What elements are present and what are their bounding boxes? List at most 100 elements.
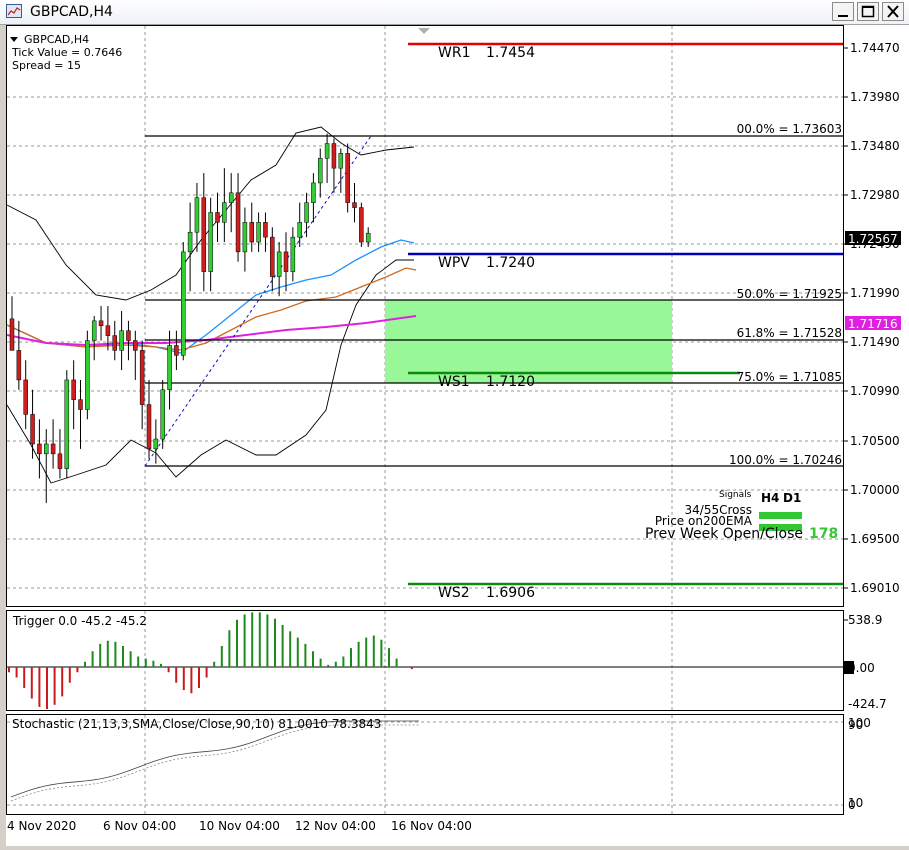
candle-body bbox=[276, 251, 282, 277]
window-titlebar: GBPCAD,H4 bbox=[0, 0, 909, 25]
candle-body bbox=[249, 222, 254, 243]
price-tick-label: 1.71990 bbox=[850, 286, 900, 300]
trigger-axis-bottom: -424.7 bbox=[848, 697, 887, 711]
price-tick-label: 1.69500 bbox=[850, 532, 900, 546]
candle-body bbox=[153, 438, 159, 450]
candle-body bbox=[91, 320, 97, 341]
candle-body bbox=[37, 443, 42, 455]
wr1-label: WR1 bbox=[438, 45, 470, 61]
window-title: GBPCAD,H4 bbox=[30, 4, 113, 20]
candle-body bbox=[194, 197, 200, 233]
candle-body bbox=[331, 143, 337, 169]
candle-body bbox=[78, 399, 83, 410]
stochastic-label: Stochastic (21,13,3,SMA,Close/Close,90,1… bbox=[12, 717, 381, 731]
stochastic-axis: 100 90 10 0 bbox=[848, 716, 871, 812]
close-icon bbox=[887, 5, 899, 18]
time-label-3: 12 Nov 04:00 bbox=[295, 819, 376, 833]
candle-body bbox=[71, 379, 76, 400]
candle-body bbox=[270, 236, 275, 277]
candle-body bbox=[174, 345, 179, 356]
candle-body bbox=[167, 345, 172, 391]
wr1-value: 1.7454 bbox=[486, 45, 535, 61]
candle-body bbox=[50, 443, 56, 455]
price-tick-label: 1.73480 bbox=[850, 139, 900, 153]
time-label-4: 16 Nov 04:00 bbox=[391, 819, 472, 833]
time-label-2: 10 Nov 04:00 bbox=[199, 819, 280, 833]
fib-label-0: 00.0% = 1.73603 bbox=[737, 122, 842, 136]
candle-body bbox=[242, 222, 248, 253]
chart-area[interactable]: WR1 1.7454 WPV 1.7240 WS1 1.7120 WS2 1.6… bbox=[6, 25, 909, 846]
price-tick-label: 1.73980 bbox=[850, 90, 900, 104]
fib-label-618: 61.8% = 1.71528 bbox=[737, 326, 842, 340]
candle-body bbox=[126, 330, 131, 341]
minimize-icon bbox=[838, 15, 848, 17]
candle-body bbox=[16, 350, 22, 381]
candle-body bbox=[98, 320, 104, 327]
candle-body bbox=[338, 153, 344, 169]
fib-label-75: 75.0% = 1.71085 bbox=[737, 370, 842, 384]
support-zone bbox=[385, 300, 672, 383]
candle-body bbox=[208, 212, 213, 272]
candle-body bbox=[304, 202, 309, 223]
price-tick-label: 1.71490 bbox=[850, 335, 900, 349]
price-tick-label: 1.72980 bbox=[850, 188, 900, 202]
prev-week-value: 178 bbox=[809, 526, 838, 542]
candle-body bbox=[23, 379, 28, 415]
close-button[interactable] bbox=[882, 2, 904, 21]
prev-week-label: Prev Week Open/Close bbox=[645, 526, 803, 542]
price-tick-label: 1.70990 bbox=[850, 384, 900, 398]
candle-body bbox=[64, 379, 70, 469]
time-axis: 4 Nov 2020 6 Nov 04:00 10 Nov 04:00 12 N… bbox=[7, 819, 472, 833]
candle-body bbox=[222, 202, 227, 223]
candle-body bbox=[30, 414, 35, 445]
candle-body bbox=[57, 453, 63, 469]
candle-body bbox=[215, 212, 220, 223]
price-tick-label: 1.70500 bbox=[850, 434, 900, 448]
wpv-value: 1.7240 bbox=[486, 255, 535, 271]
price-tick-label: 1.69010 bbox=[850, 581, 900, 595]
candle-body bbox=[359, 207, 364, 243]
fib-label-50: 50.0% = 1.71925 bbox=[737, 287, 842, 301]
candle-body bbox=[283, 251, 289, 272]
candle-body bbox=[133, 340, 138, 351]
stoch-axis-0: 0 bbox=[848, 798, 856, 812]
candle-body bbox=[324, 143, 330, 159]
price-tick-label: 1.70000 bbox=[850, 483, 900, 497]
candle-body bbox=[263, 222, 268, 238]
chart-window-icon bbox=[6, 4, 22, 18]
candle-body bbox=[187, 231, 193, 253]
minimize-button[interactable] bbox=[832, 2, 854, 21]
candle-body bbox=[44, 443, 49, 455]
chart-canvas[interactable]: WR1 1.7454 WPV 1.7240 WS1 1.7120 WS2 1.6… bbox=[6, 25, 909, 846]
candle-body bbox=[256, 222, 261, 243]
candle-body bbox=[352, 202, 357, 208]
candle-body bbox=[146, 404, 152, 450]
spread-label: Spread = 15 bbox=[12, 59, 81, 72]
maximize-icon bbox=[861, 5, 875, 18]
wpv-label: WPV bbox=[438, 255, 470, 271]
candle-body bbox=[228, 192, 234, 203]
symbol-label: GBPCAD,H4 bbox=[24, 33, 89, 46]
maximize-button[interactable] bbox=[857, 2, 879, 21]
fib-label-100: 100.0% = 1.70246 bbox=[729, 453, 842, 467]
candle-body bbox=[181, 251, 186, 356]
ma-price-value: 1.71716 bbox=[848, 317, 898, 331]
candle-body bbox=[297, 222, 302, 238]
candle-body bbox=[345, 153, 350, 203]
trigger-label: Trigger 0.0 -45.2 -45.2 bbox=[12, 614, 147, 628]
price-tick-label: 1.74470 bbox=[850, 41, 900, 55]
ws2-label: WS2 bbox=[438, 585, 470, 601]
candle-body bbox=[105, 325, 111, 336]
candle-body bbox=[365, 232, 371, 243]
candle-body bbox=[311, 182, 316, 203]
time-label-0: 4 Nov 2020 bbox=[7, 819, 76, 833]
candle-body bbox=[119, 330, 124, 351]
ws2-value: 1.6906 bbox=[486, 585, 535, 601]
signals-col-d1: D1 bbox=[783, 491, 801, 505]
candle-body bbox=[160, 389, 165, 440]
signals-header: Signals bbox=[719, 490, 752, 500]
signal-cross-indicator bbox=[759, 512, 802, 519]
trigger-axis-zero: 0.00 bbox=[848, 661, 875, 675]
candle-body bbox=[112, 335, 117, 351]
candle-body bbox=[201, 197, 207, 272]
